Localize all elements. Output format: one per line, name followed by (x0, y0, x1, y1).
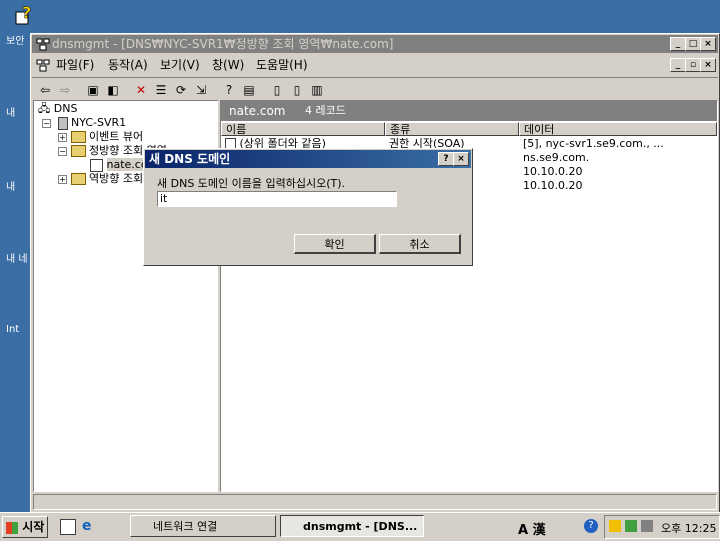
ie-quicklaunch-icon[interactable]: e (82, 518, 92, 534)
dnsmgmt-window: dnsmgmt - [DNS₩NYC-SVR1₩정방향 조회 영역₩nate.c… (30, 33, 720, 513)
windows-logo-icon (6, 521, 18, 534)
column-header-row: 이름 종류 데이터 (221, 122, 717, 136)
menu-file[interactable]: 파일(F) (56, 57, 94, 73)
dns-icon: 🖧 (38, 102, 51, 115)
column-header-name[interactable]: 이름 (221, 122, 385, 136)
menu-help[interactable]: 도움말(H) (256, 57, 308, 73)
console-icon[interactable] (36, 58, 50, 72)
dialog-close-button[interactable]: × (453, 152, 469, 166)
task-dnsmgmt[interactable]: dnsmgmt - [DNS... (280, 515, 424, 537)
menu-window[interactable]: 창(W) (212, 57, 244, 73)
tree-label: DNS (53, 102, 78, 115)
help-icon[interactable]: ? (220, 81, 238, 99)
back-icon[interactable]: ⇦ (36, 81, 54, 99)
new-dns-domain-dialog: 새 DNS 도메인 ? × 새 DNS 도메인 이름을 입력하십시오(T). i… (143, 148, 473, 266)
collapse-icon[interactable]: − (42, 118, 51, 128)
minimize-button[interactable]: _ (670, 37, 686, 51)
close-button[interactable]: × (700, 37, 716, 51)
tree-item-event-viewer[interactable]: + 이벤트 뷰어 (58, 130, 143, 144)
cell-data: 10.10.0.20 (523, 179, 583, 192)
task-network-connections[interactable]: 네트워크 연결 (130, 515, 276, 537)
desktop-icon-security[interactable]: ? 보안 (0, 3, 34, 47)
console-pane-icon[interactable]: ▤ (240, 81, 258, 99)
folder-icon (70, 173, 86, 185)
zone-name: nate.com (229, 104, 286, 118)
window-titlebar[interactable]: dnsmgmt - [DNS₩NYC-SVR1₩정방향 조회 영역₩nate.c… (32, 35, 718, 53)
child-close-button[interactable]: × (700, 58, 716, 72)
desktop-icon-label: 보안 (6, 36, 25, 47)
list-icon[interactable]: ▯ (288, 81, 306, 99)
status-bar (33, 494, 717, 510)
start-label: 시작 (22, 520, 45, 534)
properties-icon[interactable]: ☰ (152, 81, 170, 99)
menu-bar: 파일(F) 동작(A) 보기(V) 창(W) 도움말(H) _ ▫ × (32, 54, 718, 76)
dialog-title: 새 DNS 도메인 (149, 152, 231, 166)
window-title: dnsmgmt - [DNS₩NYC-SVR1₩정방향 조회 영역₩nate.c… (52, 37, 394, 51)
server-tray-icon[interactable] (641, 520, 653, 532)
desktop-icon-label: Int (6, 324, 20, 335)
menu-view[interactable]: 보기(V) (160, 57, 200, 73)
toolbar: ⇦ ⇨ ▣ ◧ ✕ ☰ ⟳ ⇲ ? ▤ ▯ ▯ ▥ (32, 77, 718, 102)
child-minimize-button[interactable]: _ (670, 58, 686, 72)
show-tree-icon[interactable]: ◧ (104, 81, 122, 99)
column-header-data[interactable]: 데이터 (519, 122, 717, 136)
record-count: 4 레코드 (305, 104, 346, 117)
folder-icon (70, 131, 86, 143)
server-icon (57, 116, 68, 130)
ok-button[interactable]: 확인 (294, 234, 376, 254)
tree-item-server[interactable]: − NYC-SVR1 (42, 116, 126, 130)
help-icon: ? (14, 3, 34, 25)
detail-header: nate.com 4 레코드 (221, 101, 717, 121)
tree-label: 이벤트 뷰어 (89, 130, 144, 143)
up-folder-icon[interactable]: ▣ (84, 81, 102, 99)
dialog-titlebar[interactable]: 새 DNS 도메인 ? × (145, 150, 471, 168)
tree-label: NYC-SVR1 (71, 116, 127, 129)
task-label: 네트워크 연결 (153, 520, 218, 533)
ime-indicator[interactable]: A 漢 (518, 519, 546, 538)
dialog-help-button[interactable]: ? (438, 152, 454, 166)
svg-text:?: ? (22, 4, 31, 22)
refresh-icon[interactable]: ⟳ (172, 81, 190, 99)
shield-icon[interactable] (609, 520, 621, 532)
dialog-prompt: 새 DNS 도메인 이름을 입력하십시오(T). (157, 177, 346, 190)
cell-data: 10.10.0.20 (523, 165, 583, 178)
mmc-icon (36, 37, 50, 51)
desktop-icon-label: 내 (6, 182, 16, 193)
desktop-icon-label: 내 (6, 108, 16, 119)
desktop-icon-label: 내 네 (6, 254, 28, 265)
zone-icon (90, 158, 103, 172)
delete-icon[interactable]: ✕ (132, 81, 150, 99)
expand-icon[interactable]: + (58, 174, 67, 184)
menu-action[interactable]: 동작(A) (108, 57, 148, 73)
clock[interactable]: 오후 12:25 (661, 520, 716, 536)
child-restore-button[interactable]: ▫ (685, 58, 701, 72)
cell-data: ns.se9.com. (523, 151, 590, 164)
tree-item-dns[interactable]: 🖧 DNS (38, 102, 77, 116)
task-label: dnsmgmt - [DNS... (303, 520, 418, 533)
new-record-icon[interactable]: ▯ (268, 81, 286, 99)
maximize-button[interactable]: □ (685, 37, 701, 51)
system-tray: 오후 12:25 (604, 515, 720, 539)
start-button[interactable]: 시작 (2, 516, 48, 538)
collapse-icon[interactable]: − (58, 146, 67, 156)
server-icon[interactable]: ▥ (308, 81, 326, 99)
help-tray-icon[interactable]: ? (584, 519, 598, 533)
cell-data: [5], nyc-svr1.se9.com., ... (523, 137, 664, 150)
folder-open-icon (70, 145, 86, 157)
expand-icon[interactable]: + (58, 132, 67, 142)
domain-name-input[interactable]: it (157, 191, 397, 207)
forward-icon[interactable]: ⇨ (56, 81, 74, 99)
cancel-button[interactable]: 취소 (379, 234, 461, 254)
export-icon[interactable]: ⇲ (192, 81, 210, 99)
network-tray-icon[interactable] (625, 520, 637, 532)
column-header-type[interactable]: 종류 (385, 122, 519, 136)
show-desktop-icon[interactable] (60, 519, 76, 535)
